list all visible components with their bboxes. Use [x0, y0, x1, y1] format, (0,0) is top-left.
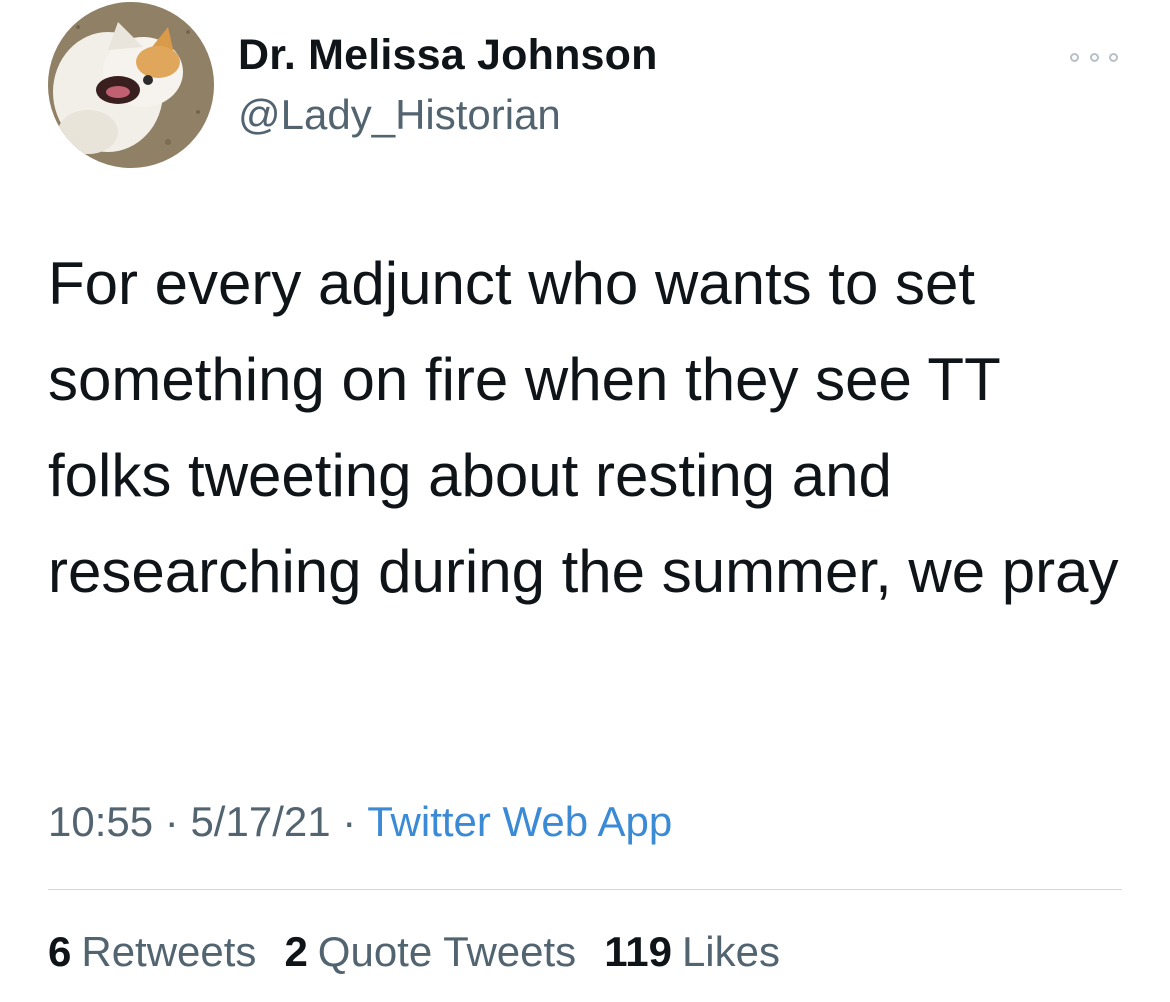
more-options-icon[interactable]	[1070, 48, 1118, 66]
tweet-stats: 6 Retweets 2 Quote Tweets 119 Likes	[48, 928, 780, 976]
likes-label: Likes	[681, 928, 781, 975]
cat-avatar-icon	[48, 2, 214, 168]
display-name[interactable]: Dr. Melissa Johnson	[238, 31, 658, 80]
more-dot	[1089, 52, 1099, 62]
quote-tweets-stat[interactable]: 2 Quote Tweets	[284, 928, 576, 976]
more-dot	[1070, 52, 1079, 62]
meta-separator: ·	[164, 798, 179, 845]
avatar[interactable]	[48, 2, 214, 168]
retweets-stat[interactable]: 6 Retweets	[48, 928, 256, 976]
tweet-source-link[interactable]: Twitter Web App	[367, 798, 672, 845]
user-handle[interactable]: @Lady_Historian	[238, 91, 561, 139]
tweet-text: For every adjunct who wants to set somet…	[48, 250, 1119, 605]
tweet-time[interactable]: 10:55	[48, 798, 153, 845]
tweet-meta: 10:55 · 5/17/21 · Twitter Web App	[48, 798, 672, 846]
quote-tweets-label: Quote Tweets	[317, 928, 577, 975]
more-dot	[1109, 52, 1118, 62]
likes-stat[interactable]: 119 Likes	[604, 928, 780, 976]
retweets-count: 6	[48, 928, 72, 975]
quote-tweets-count: 2	[284, 928, 308, 975]
meta-separator: ·	[342, 798, 357, 845]
tweet-date[interactable]: 5/17/21	[190, 798, 330, 845]
divider	[48, 889, 1122, 890]
likes-count: 119	[604, 928, 672, 975]
retweets-label: Retweets	[81, 928, 257, 975]
